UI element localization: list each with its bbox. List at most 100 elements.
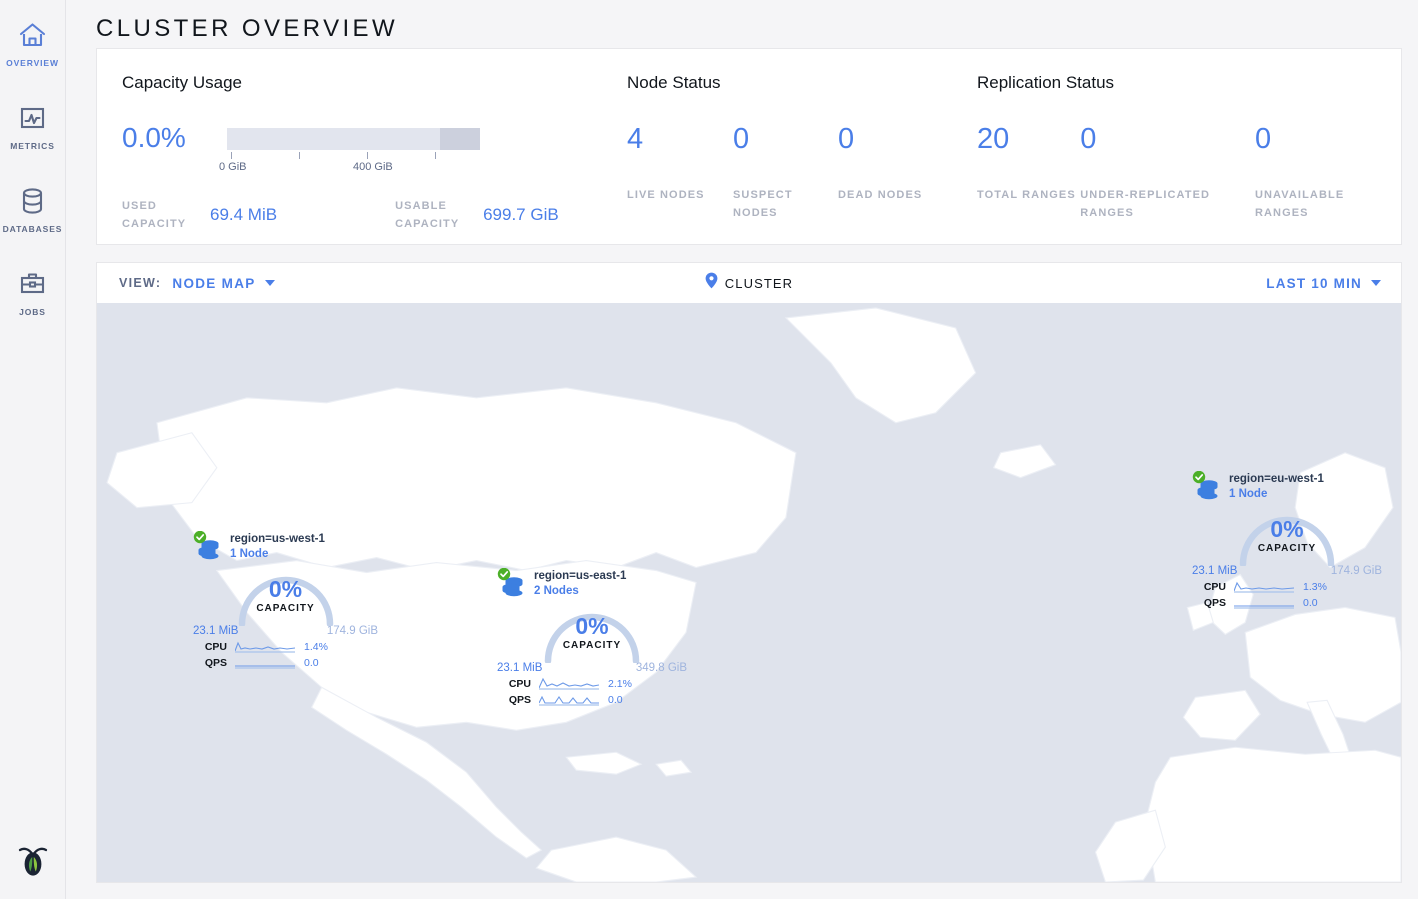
cpu-sparkline — [539, 677, 599, 690]
qps-metric-row: QPS 0.0 — [497, 693, 687, 706]
node-used-capacity: 23.1 MiB — [193, 625, 238, 637]
used-capacity-item: USED CAPACITY 69.4 MiB — [122, 197, 277, 233]
stat-suspect-nodes: 0 SUSPECT NODES — [733, 123, 838, 222]
capacity-gauge-percent: 0% — [538, 614, 646, 639]
app-root: OVERVIEW METRICS DATABASES — [0, 0, 1418, 899]
capacity-gauge: 0% CAPACITY — [538, 601, 646, 663]
capacity-gauge-percent: 0% — [1233, 517, 1341, 542]
map-pin-icon — [705, 272, 718, 294]
sidebar-item-databases[interactable]: DATABASES — [0, 176, 66, 239]
stat-under-replicated-ranges: 0 UNDER-REPLICATED RANGES — [1080, 123, 1255, 222]
database-node-icon — [497, 568, 527, 598]
chevron-down-icon[interactable] — [265, 280, 275, 286]
node-marker-us-east-1[interactable]: region=us-east-1 2 Nodes 0% CAPACITY 23.… — [497, 568, 687, 706]
sidebar-item-label: JOBS — [19, 307, 46, 317]
node-region-label: region=eu-west-1 — [1229, 472, 1324, 487]
node-status-section: Node Status 4 LIVE NODES 0 SUSPECT NODES… — [627, 73, 977, 244]
replication-status-section: Replication Status 20 TOTAL RANGES 0 UND… — [977, 73, 1401, 244]
capacity-bar-reserved — [440, 128, 480, 150]
sidebar-item-label: METRICS — [10, 141, 55, 151]
stat-value: 20 — [977, 123, 1080, 155]
sidebar-item-jobs[interactable]: JOBS — [0, 259, 66, 322]
usable-capacity-item: USABLE CAPACITY 699.7 GiB — [395, 197, 559, 233]
capacity-percent: 0.0% — [122, 123, 227, 153]
capacity-legend: USED CAPACITY 69.4 MiB USABLE CAPACITY 6… — [122, 197, 627, 233]
time-range-value[interactable]: LAST 10 MIN — [1266, 276, 1362, 291]
capacity-gauge-percent: 0% — [232, 577, 340, 602]
stat-label: DEAD NODES — [838, 186, 922, 204]
node-count-label: 2 Nodes — [534, 584, 626, 599]
node-total-capacity: 174.9 GiB — [327, 625, 378, 637]
chevron-down-icon[interactable] — [1371, 280, 1381, 286]
node-map[interactable]: region=us-west-1 1 Node 0% CAPACITY 23.1… — [96, 303, 1402, 883]
used-capacity-value: 69.4 MiB — [210, 205, 277, 225]
stat-dead-nodes: 0 DEAD NODES — [838, 123, 922, 222]
node-marker-us-west-1[interactable]: region=us-west-1 1 Node 0% CAPACITY 23.1… — [193, 531, 378, 669]
cpu-label: CPU — [497, 678, 531, 690]
node-count-label: 1 Node — [1229, 487, 1324, 502]
node-marker-eu-west-1[interactable]: region=eu-west-1 1 Node 0% CAPACITY 23.1… — [1192, 471, 1382, 609]
sidebar-item-label: DATABASES — [3, 224, 63, 234]
stat-label: LIVE NODES — [627, 186, 733, 204]
sidebar-item-overview[interactable]: OVERVIEW — [0, 10, 66, 73]
node-status-title: Node Status — [627, 73, 977, 93]
summary-panel: Capacity Usage 0.0% — [96, 48, 1402, 245]
capacity-usage-title: Capacity Usage — [122, 73, 627, 93]
view-selector[interactable]: VIEW: NODE MAP — [97, 276, 275, 291]
cpu-sparkline — [235, 640, 295, 653]
view-toolbar: VIEW: NODE MAP CLUSTER LAST 10 MIN — [96, 262, 1402, 303]
stat-value: 0 — [838, 123, 922, 155]
cpu-value: 1.3% — [1303, 581, 1327, 593]
database-node-icon — [1192, 471, 1222, 501]
stat-value: 4 — [627, 123, 733, 155]
usable-capacity-value: 699.7 GiB — [483, 205, 559, 225]
capacity-gauge: 0% CAPACITY — [232, 564, 340, 626]
qps-label: QPS — [497, 694, 531, 706]
usable-capacity-label: USABLE CAPACITY — [395, 197, 473, 233]
briefcase-icon — [19, 268, 46, 300]
qps-metric-row: QPS 0.0 — [1192, 596, 1382, 609]
qps-label: QPS — [1192, 597, 1226, 609]
capacity-gauge-label: CAPACITY — [1233, 543, 1341, 554]
node-region-label: region=us-east-1 — [534, 569, 626, 584]
capacity-gauge-label: CAPACITY — [538, 640, 646, 651]
stat-label: UNAVAILABLE RANGES — [1255, 186, 1401, 222]
capacity-bar — [227, 128, 480, 150]
stat-label: SUSPECT NODES — [733, 186, 838, 222]
node-total-capacity: 174.9 GiB — [1331, 565, 1382, 577]
capacity-axis-labels: 0 GiB 400 GiB — [227, 161, 482, 175]
qps-value: 0.0 — [304, 657, 319, 669]
stat-value: 0 — [733, 123, 838, 155]
stat-label: UNDER-REPLICATED RANGES — [1080, 186, 1255, 222]
capacity-bar-ticks — [227, 152, 482, 160]
sidebar-item-label: OVERVIEW — [6, 58, 59, 68]
cpu-metric-row: CPU 1.3% — [1192, 580, 1382, 593]
time-range-selector[interactable]: LAST 10 MIN — [1266, 276, 1401, 291]
capacity-axis-label: 400 GiB — [353, 161, 393, 173]
view-value[interactable]: NODE MAP — [172, 276, 255, 291]
used-capacity-label: USED CAPACITY — [122, 197, 200, 233]
sidebar-item-metrics[interactable]: METRICS — [0, 93, 66, 156]
capacity-gauge-label: CAPACITY — [232, 603, 340, 614]
node-used-capacity: 23.1 MiB — [497, 662, 542, 674]
breadcrumb[interactable]: CLUSTER — [725, 276, 793, 291]
cpu-label: CPU — [193, 641, 227, 653]
replication-status-title: Replication Status — [977, 73, 1401, 93]
cpu-value: 1.4% — [304, 641, 328, 653]
node-region-label: region=us-west-1 — [230, 532, 325, 547]
chart-icon — [19, 102, 46, 134]
stat-value: 0 — [1080, 123, 1255, 155]
home-icon — [19, 19, 46, 51]
capacity-bar-wrapper: 0 GiB 400 GiB — [227, 123, 482, 175]
page-title: CLUSTER OVERVIEW — [66, 0, 1418, 48]
qps-sparkline — [235, 656, 295, 669]
stat-unavailable-ranges: 0 UNAVAILABLE RANGES — [1255, 123, 1401, 222]
main-content: CLUSTER OVERVIEW Capacity Usage 0.0% — [66, 0, 1418, 899]
cockroachdb-logo[interactable] — [0, 841, 66, 881]
stat-total-ranges: 20 TOTAL RANGES — [977, 123, 1080, 222]
database-node-icon — [193, 531, 223, 561]
capacity-gauge: 0% CAPACITY — [1233, 504, 1341, 566]
qps-sparkline — [539, 693, 599, 706]
qps-value: 0.0 — [608, 694, 623, 706]
qps-sparkline — [1234, 596, 1294, 609]
